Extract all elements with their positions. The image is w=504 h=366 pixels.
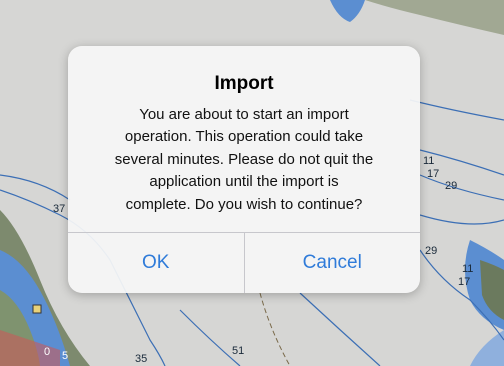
depth-sounding: 37 — [53, 203, 66, 215]
import-alert-dialog: Import You are about to start an import … — [68, 46, 420, 293]
depth-sounding: 29 — [425, 245, 438, 257]
depth-sounding: 35 — [135, 353, 148, 365]
depth-sounding: 51 — [232, 345, 245, 357]
depth-sounding: 0 — [44, 346, 51, 358]
chart-marker-icon[interactable] — [32, 304, 42, 314]
depth-sounding: 5 — [62, 350, 69, 362]
dialog-button-row: OK Cancel — [68, 232, 420, 293]
depth-sounding: 11 — [462, 263, 474, 275]
cancel-button[interactable]: Cancel — [243, 233, 421, 293]
depth-sounding: 17 — [427, 168, 440, 180]
depth-sounding: 29 — [445, 180, 458, 192]
dialog-title: Import — [214, 73, 274, 94]
ok-button[interactable]: OK — [68, 233, 244, 293]
dialog-message: You are about to start an import operati… — [114, 106, 374, 213]
depth-sounding: 17 — [458, 276, 471, 288]
depth-sounding: 11 — [423, 155, 435, 167]
